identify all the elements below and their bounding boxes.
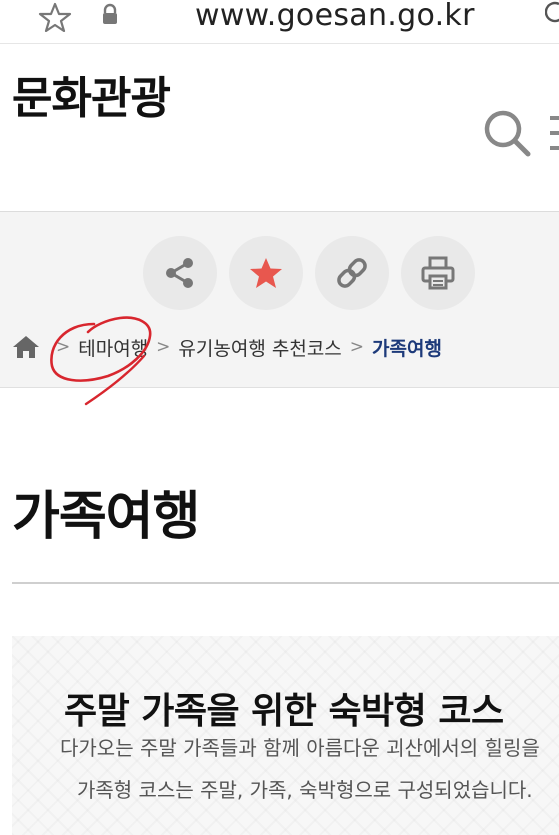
breadcrumb-item-organic-course[interactable]: 유기농여행 추천코스 <box>178 334 341 361</box>
share-icon <box>166 258 193 288</box>
star-icon <box>250 258 282 288</box>
browser-url-bar: www.goesan.go.kr <box>0 0 559 44</box>
share-button[interactable] <box>143 236 217 310</box>
search-icon[interactable] <box>482 108 532 158</box>
breadcrumb-separator: > <box>56 337 71 357</box>
breadcrumb-separator: > <box>156 337 171 357</box>
course-intro-box: 주말 가족을 위한 숙박형 코스 다가오는 주말 가족들과 함께 아름다운 괴산… <box>12 636 559 835</box>
copy-link-button[interactable] <box>315 236 389 310</box>
course-title: 주말 가족을 위한 숙박형 코스 <box>64 691 504 732</box>
home-icon[interactable] <box>12 334 40 360</box>
course-description-line: 가족형 코스는 주말, 가족, 숙박형으로 구성되었습니다. <box>77 778 533 802</box>
print-icon <box>421 256 455 290</box>
url-text[interactable]: www.goesan.go.kr <box>195 0 475 33</box>
link-icon <box>337 258 367 288</box>
bookmark-star-icon[interactable] <box>38 2 72 32</box>
print-button[interactable] <box>401 236 475 310</box>
menu-icon[interactable] <box>548 112 559 154</box>
breadcrumb-item-current[interactable]: 가족여행 <box>372 334 442 361</box>
divider <box>12 582 559 584</box>
site-title[interactable]: 문화관광 <box>12 62 171 126</box>
course-description-line: 다가오는 주말 가족들과 함께 아름다운 괴산에서의 힐링을 <box>60 736 540 760</box>
favorite-button[interactable] <box>229 236 303 310</box>
lock-icon[interactable] <box>100 3 120 25</box>
reload-icon[interactable] <box>545 0 559 26</box>
breadcrumb-item-theme-travel[interactable]: 테마여행 <box>78 334 148 361</box>
breadcrumb: > 테마여행 > 유기농여행 추천코스 > 가족여행 <box>12 332 559 362</box>
page-title: 가족여행 <box>12 487 200 547</box>
breadcrumb-separator: > <box>349 337 365 357</box>
